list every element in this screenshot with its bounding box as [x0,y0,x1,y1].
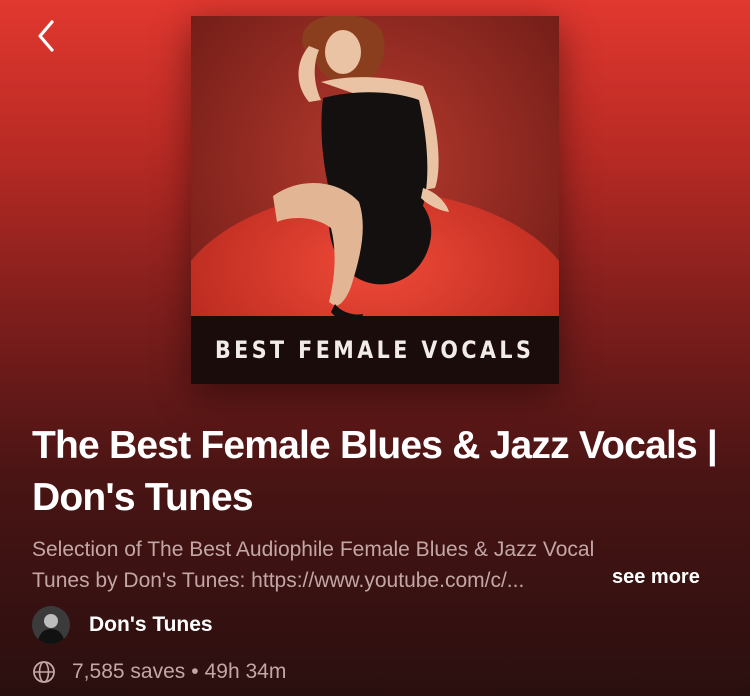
chevron-left-icon [38,20,54,52]
avatar [32,606,70,644]
owner-name: Don's Tunes [89,613,213,636]
meta-separator: • [191,660,199,683]
back-button[interactable] [30,14,66,58]
playlist-meta: 7,585 saves • 49h 34m [32,660,286,684]
description-line: Selection of The Best Audiophile Female … [32,538,595,561]
playlist-title: The Best Female Blues & Jazz Vocals | Do… [32,424,718,519]
playlist-duration: 49h 34m [204,660,287,683]
cover-caption-band: BEST FEMALE VOCALS [191,316,559,384]
owner-profile-link[interactable]: Don's Tunes [32,606,213,644]
playlist-cover: BEST FEMALE VOCALS [191,16,559,384]
cover-caption: BEST FEMALE VOCALS [215,336,535,364]
owner-avatar-image [32,606,70,644]
playlist-description: Selection of The Best Audiophile Female … [32,534,602,596]
description-line: Tunes by Don's Tunes: https://www.youtub… [32,569,525,592]
see-more-button[interactable]: see more [612,566,700,589]
saves-count: 7,585 saves [72,660,186,683]
globe-icon [33,661,55,683]
